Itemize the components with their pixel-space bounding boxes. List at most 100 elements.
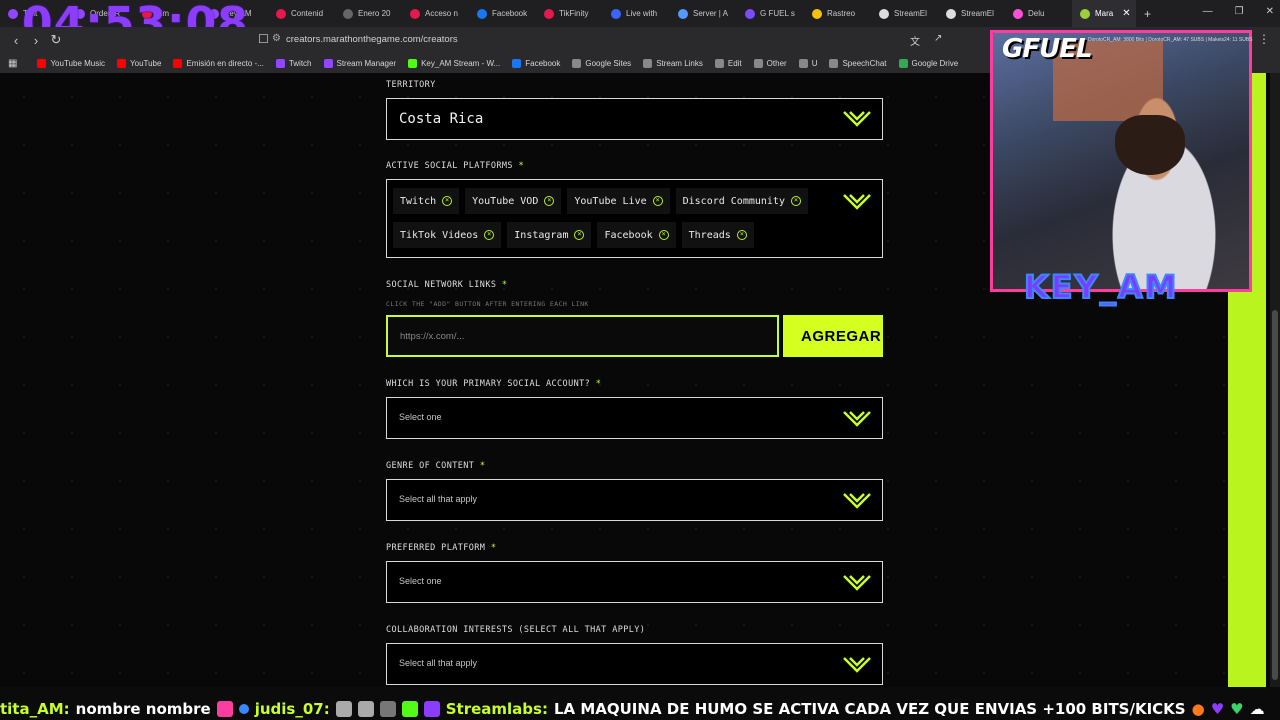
browser-tab[interactable]: Contenid (268, 0, 335, 27)
browser-tab[interactable]: Live with (603, 0, 670, 27)
bookmark-favicon-icon (829, 58, 839, 68)
webcam-overlay (990, 30, 1252, 292)
bookmark-item[interactable]: Key_AM Stream - W... (402, 58, 506, 68)
browser-tab[interactable]: TikFinity (536, 0, 603, 27)
chip-label: Twitch (400, 195, 437, 207)
remove-chip-icon[interactable]: × (652, 196, 663, 206)
back-icon[interactable]: ‹ (6, 33, 26, 48)
chip-label: YouTube Live (574, 195, 647, 207)
bookmark-item[interactable]: Edit (709, 58, 748, 68)
platforms-label-text: ACTIVE SOCIAL PLATFORMS (386, 161, 513, 171)
collab-select[interactable]: Select all that apply (386, 643, 883, 685)
purple-heart-icon: ♥ (1210, 699, 1225, 718)
bookmark-item[interactable]: Emisión en directo -... (167, 58, 269, 68)
territory-select[interactable]: Costa Rica (386, 98, 883, 140)
remove-chip-icon[interactable]: × (574, 230, 585, 240)
bookmark-item[interactable]: YouTube Music (31, 58, 111, 68)
translate-icon[interactable]: 文 (910, 33, 920, 48)
remove-chip-icon[interactable]: × (658, 230, 669, 240)
gfuel-logo: GFUEL (1002, 34, 1093, 64)
bookmark-favicon-icon (323, 58, 333, 68)
badge-icon (238, 703, 249, 714)
restore-icon[interactable]: ❐ (1235, 6, 1244, 17)
ticker-user-3: Streamlabs: (445, 699, 548, 718)
bookmark-item[interactable]: Google Sites (566, 58, 637, 68)
menu-icon[interactable]: ⋮ (1258, 32, 1270, 46)
bookmark-item[interactable]: Stream Links (637, 58, 709, 68)
remove-chip-icon[interactable]: × (484, 230, 495, 240)
new-tab-icon[interactable]: + (1144, 7, 1151, 21)
primary-account-select[interactable]: Select one (386, 397, 883, 439)
bookmark-list: YouTube Music YouTube Emisión en directo -… (31, 58, 965, 68)
emote-icon (379, 700, 396, 717)
tab-label: Acceso n (425, 9, 458, 18)
platforms-multiselect[interactable]: Twitch × YouTube VOD × YouTube Live × Discord … (386, 179, 883, 258)
bookmark-favicon-icon (798, 58, 808, 68)
bookmark-item[interactable]: Stream Manager (318, 58, 403, 68)
browser-tab[interactable]: Acceso n (402, 0, 469, 27)
bookmark-favicon-icon (512, 58, 522, 68)
emote-icon (335, 700, 352, 717)
platform-chip: YouTube Live × (567, 188, 670, 214)
bookmark-favicon-icon (753, 58, 763, 68)
tab-label: TikFinity (559, 9, 589, 18)
browser-tab[interactable]: Mara ✕ (1072, 0, 1136, 27)
bookmark-icon[interactable]: ☐ (258, 32, 269, 46)
browser-tab[interactable]: G FUEL s (737, 0, 804, 27)
site-info-icon[interactable]: ⚙ (272, 33, 281, 44)
browser-tab[interactable]: Delu (1005, 0, 1072, 27)
reload-icon[interactable]: ↻ (46, 32, 66, 48)
tab-favicon-icon (678, 8, 688, 19)
bookmark-item[interactable]: YouTube (111, 58, 167, 68)
bookmark-favicon-icon (714, 58, 724, 68)
add-link-button[interactable]: AGREGAR (783, 315, 883, 357)
browser-tab[interactable]: StreamEl (938, 0, 1005, 27)
tab-label: Contenid (291, 9, 324, 18)
share-icon[interactable]: ↗ (934, 33, 942, 44)
scrollbar-thumb[interactable] (1272, 310, 1278, 680)
bookmark-item[interactable]: Google Drive (893, 58, 965, 68)
minimize-icon[interactable]: — (1203, 6, 1213, 17)
browser-tab[interactable]: StreamEl (871, 0, 938, 27)
bookmark-item[interactable]: Twitch (270, 58, 318, 68)
bookmark-label: YouTube Music (50, 58, 106, 68)
bookmark-label: Other (766, 58, 787, 68)
bookmark-item[interactable]: Facebook (506, 58, 566, 68)
bookmark-favicon-icon (408, 58, 418, 68)
bookmark-favicon-icon (37, 58, 47, 68)
bookmark-item[interactable]: U (793, 58, 824, 68)
genre-label-text: GENRE OF CONTENT (386, 461, 475, 471)
browser-tab[interactable]: Enero 20 (335, 0, 402, 27)
remove-chip-icon[interactable]: × (442, 196, 453, 206)
tab-favicon-icon (8, 8, 18, 19)
tab-label: Server | A (693, 9, 728, 18)
chip-label: Instagram (514, 229, 569, 241)
apps-icon[interactable]: ▦ (8, 58, 17, 69)
social-link-input[interactable] (388, 317, 777, 355)
browser-tab[interactable]: Server | A (670, 0, 737, 27)
social-link-field[interactable] (386, 315, 779, 357)
browser-tab[interactable]: Facebook (469, 0, 536, 27)
url-field[interactable]: creators.marathonthegame.com/creators (286, 34, 458, 45)
browser-tab[interactable]: Rastreo (804, 0, 871, 27)
preferred-label: PREFERRED PLATFORM * (386, 543, 496, 553)
genre-select[interactable]: Select all that apply (386, 479, 883, 521)
bookmark-item[interactable]: SpeechChat (823, 58, 892, 68)
required-mark: * (501, 280, 508, 290)
preferred-platform-select[interactable]: Select one (386, 561, 883, 603)
remove-chip-icon[interactable]: × (544, 196, 555, 206)
links-label-text: SOCIAL NETWORK LINKS (386, 280, 497, 290)
close-window-icon[interactable]: ✕ (1266, 6, 1274, 17)
forward-icon[interactable]: › (26, 33, 46, 48)
chip-label: Facebook (604, 229, 653, 241)
tab-favicon-icon (276, 8, 286, 19)
bookmark-favicon-icon (117, 58, 127, 68)
chevron-down-icon (843, 657, 871, 673)
remove-chip-icon[interactable]: × (790, 196, 801, 206)
remove-chip-icon[interactable]: × (736, 230, 747, 240)
links-label: SOCIAL NETWORK LINKS * (386, 280, 507, 290)
close-tab-icon[interactable]: ✕ (1122, 8, 1130, 19)
chevron-down-icon (843, 575, 871, 591)
bookmark-item[interactable]: Other (748, 58, 793, 68)
collab-placeholder: Select all that apply (399, 658, 478, 668)
